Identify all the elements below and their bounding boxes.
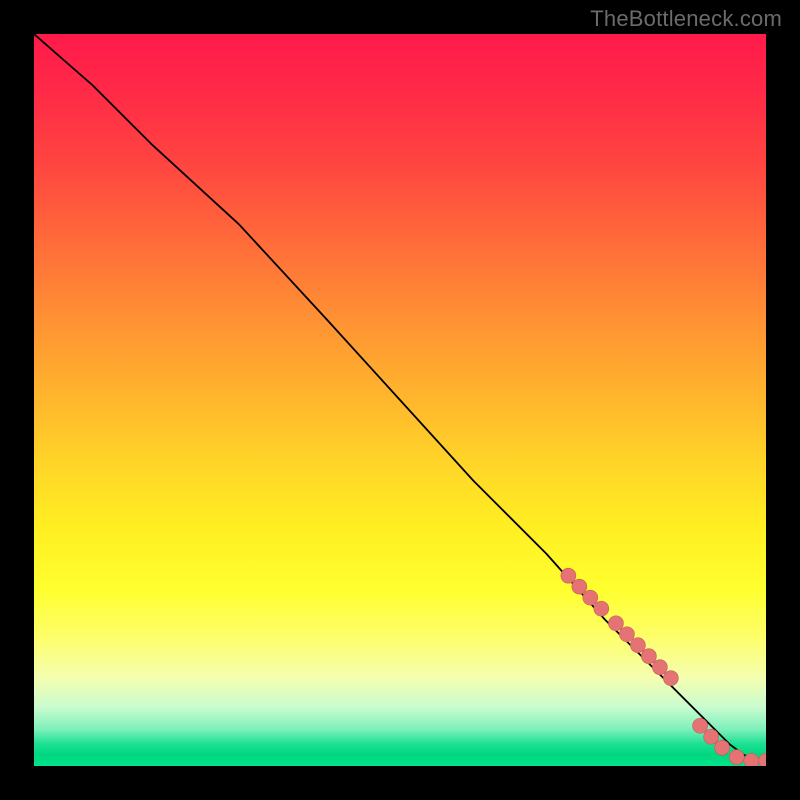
chart-frame: TheBottleneck.com bbox=[0, 0, 800, 800]
data-point-marker bbox=[619, 627, 634, 642]
scatter-series-markers bbox=[561, 568, 766, 766]
data-point-marker bbox=[572, 579, 587, 594]
data-point-marker bbox=[729, 750, 744, 765]
data-point-marker bbox=[583, 590, 598, 605]
data-point-marker bbox=[663, 671, 678, 686]
data-point-marker bbox=[641, 649, 656, 664]
data-point-marker bbox=[715, 740, 730, 755]
data-point-marker bbox=[594, 601, 609, 616]
data-point-marker bbox=[652, 660, 667, 675]
data-point-marker bbox=[704, 729, 719, 744]
plot-area bbox=[34, 34, 766, 766]
data-point-marker bbox=[630, 638, 645, 653]
watermark-label: TheBottleneck.com bbox=[590, 6, 782, 32]
chart-svg bbox=[34, 34, 766, 766]
data-point-marker bbox=[744, 753, 759, 766]
data-point-marker bbox=[608, 616, 623, 631]
data-point-marker bbox=[561, 568, 576, 583]
line-series-curve bbox=[34, 34, 766, 761]
data-point-marker bbox=[693, 718, 708, 733]
data-point-marker bbox=[759, 753, 767, 766]
